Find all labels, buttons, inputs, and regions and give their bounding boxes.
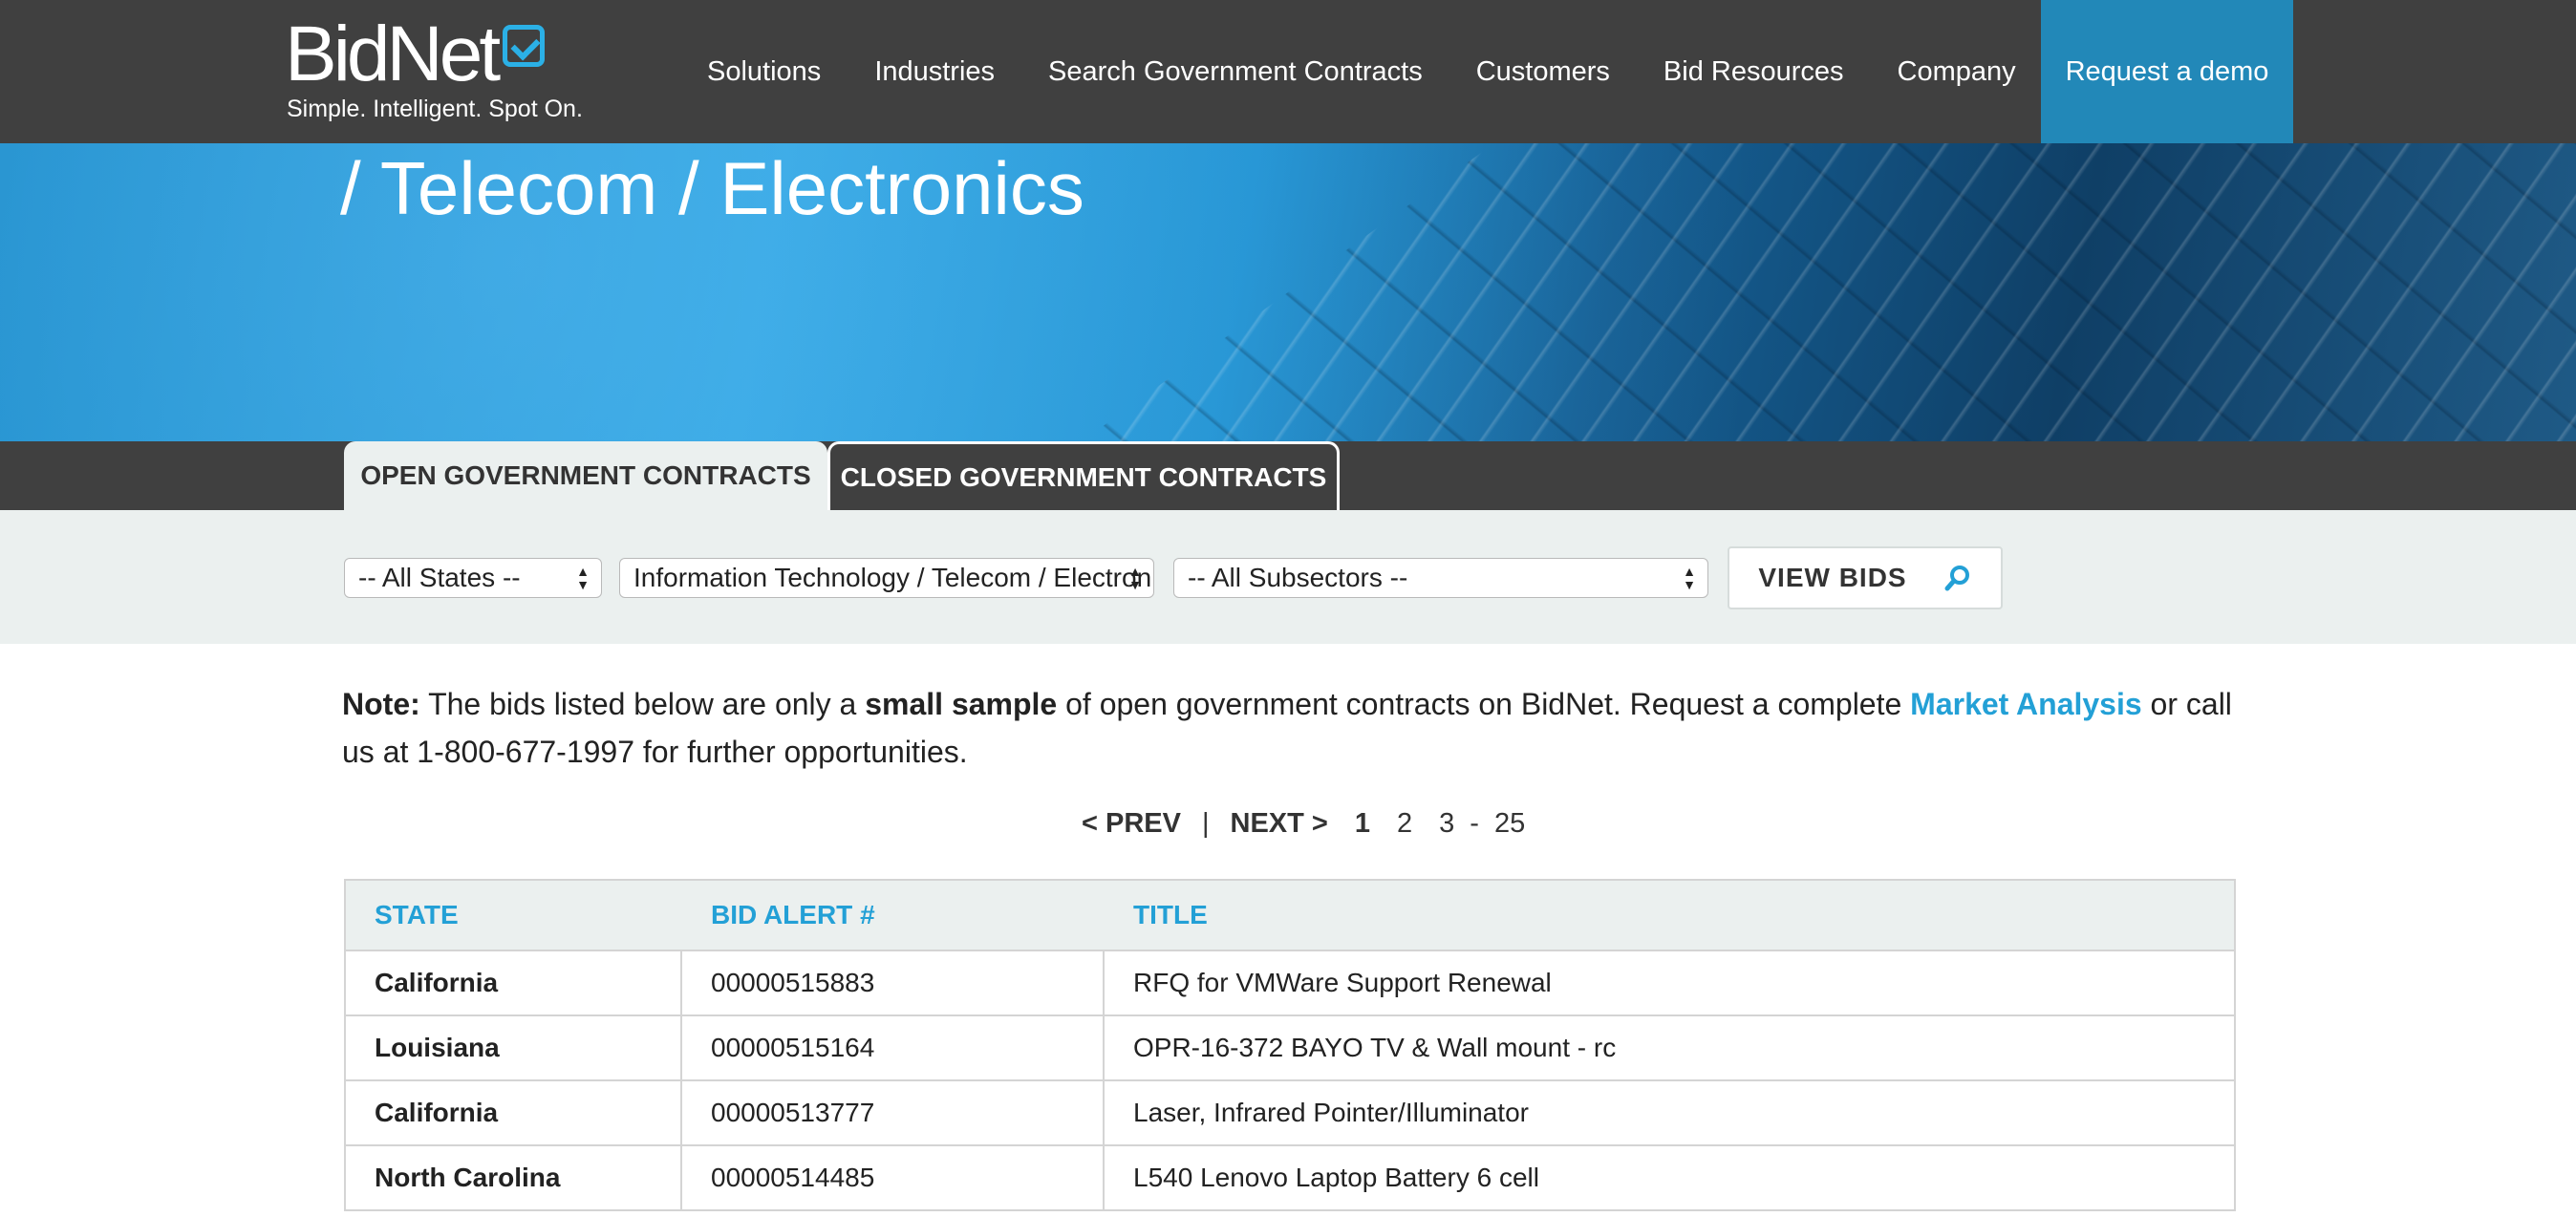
cell-title[interactable]: RFQ for VMWare Support Renewal: [1105, 951, 2234, 1014]
state-select[interactable]: -- All States -- ▲ ▼: [344, 558, 602, 598]
note-text-2: of open government contracts on BidNet. …: [1057, 687, 1911, 721]
logo-tagline: Simple. Intelligent. Spot On.: [287, 96, 583, 122]
cell-state: North Carolina: [346, 1146, 682, 1209]
cell-title[interactable]: Laser, Infrared Pointer/Illuminator: [1105, 1081, 2234, 1144]
select-arrows-icon: ▲ ▼: [1683, 564, 1696, 592]
note-text-1: The bids listed below are only a: [419, 687, 866, 721]
select-arrows-icon: ▲ ▼: [1128, 564, 1142, 592]
last-page-link[interactable]: 25: [1494, 808, 1525, 840]
nav-industries[interactable]: Industries: [874, 56, 995, 88]
nav-solutions[interactable]: Solutions: [707, 56, 821, 88]
cell-bid-alert: 00000513777: [682, 1081, 1105, 1144]
cell-bid-alert: 00000515164: [682, 1016, 1105, 1079]
page-2-link[interactable]: 2: [1397, 808, 1412, 840]
cell-state: California: [346, 1081, 682, 1144]
view-bids-button[interactable]: VIEW BIDS: [1728, 546, 2003, 609]
nav-company[interactable]: Company: [1898, 56, 2016, 88]
table-row[interactable]: California 00000513777 Laser, Infrared P…: [346, 1081, 2234, 1146]
nav-search-government-contracts[interactable]: Search Government Contracts: [1048, 56, 1423, 88]
cell-bid-alert: 00000514485: [682, 1146, 1105, 1209]
view-bids-label: VIEW BIDS: [1758, 563, 1907, 592]
page-1-link[interactable]: 1: [1355, 808, 1370, 840]
hero-banner: / Telecom / Electronics: [0, 143, 2576, 441]
industry-select[interactable]: Information Technology / Telecom / Elect…: [619, 558, 1154, 598]
tab-closed-contracts[interactable]: Closed Government Contracts: [827, 441, 1340, 510]
subsector-select-value: -- All Subsectors --: [1188, 563, 1408, 592]
cell-bid-alert: 00000515883: [682, 951, 1105, 1014]
select-arrows-icon: ▲ ▼: [576, 564, 590, 592]
main-nav: Solutions Industries Search Government C…: [707, 0, 2070, 143]
request-demo-button[interactable]: Request a demo: [2041, 0, 2293, 143]
logo-wordmark: BidNet: [285, 11, 501, 97]
prev-page-link[interactable]: < PREV: [1082, 808, 1181, 840]
cell-title[interactable]: L540 Lenovo Laptop Battery 6 cell: [1105, 1146, 2234, 1209]
checkbox-icon: [503, 25, 545, 67]
column-header-bid-alert[interactable]: BID ALERT #: [682, 881, 1105, 950]
pagination: < PREV | NEXT > 1 2 3 - 25: [1082, 808, 1525, 840]
cell-state: Louisiana: [346, 1016, 682, 1079]
page-title: / Telecom / Electronics: [340, 146, 1084, 230]
nav-bid-resources[interactable]: Bid Resources: [1664, 56, 1844, 88]
table-header: STATE BID ALERT # TITLE: [346, 881, 2234, 951]
pager-separator: |: [1201, 808, 1210, 839]
column-header-state[interactable]: STATE: [346, 881, 682, 950]
bids-table: STATE BID ALERT # TITLE California 00000…: [344, 879, 2236, 1211]
sample-note: Note: The bids listed below are only a s…: [342, 680, 2234, 776]
tab-open-contracts[interactable]: Open Government Contracts: [344, 441, 827, 510]
state-select-value: -- All States --: [358, 563, 521, 592]
pager-dash: -: [1470, 808, 1479, 839]
table-row[interactable]: California 00000515883 RFQ for VMWare Su…: [346, 951, 2234, 1016]
next-page-link[interactable]: NEXT >: [1231, 808, 1328, 840]
bidnet-logo[interactable]: BidNet Simple. Intelligent. Spot On.: [285, 15, 610, 130]
industry-select-value: Information Technology / Telecom / Elect…: [633, 563, 1154, 592]
page-3-link[interactable]: 3: [1439, 808, 1454, 840]
filter-bar: -- All States -- ▲ ▼ Information Technolo…: [0, 510, 2576, 644]
column-header-title[interactable]: TITLE: [1105, 881, 2234, 950]
contract-tabs: Open Government Contracts Closed Governm…: [0, 441, 2576, 510]
cell-state: California: [346, 951, 682, 1014]
table-row[interactable]: Louisiana 00000515164 OPR-16-372 BAYO TV…: [346, 1016, 2234, 1081]
nav-customers[interactable]: Customers: [1476, 56, 1610, 88]
subsector-select[interactable]: -- All Subsectors -- ▲ ▼: [1173, 558, 1708, 598]
search-icon: [1943, 564, 1972, 592]
note-emphasis: small sample: [865, 687, 1058, 721]
market-analysis-link[interactable]: Market Analysis: [1910, 687, 2141, 721]
site-header: BidNet Simple. Intelligent. Spot On. Sol…: [0, 0, 2576, 143]
cell-title[interactable]: OPR-16-372 BAYO TV & Wall mount - rc: [1105, 1016, 2234, 1079]
note-label: Note:: [342, 687, 420, 721]
table-row[interactable]: North Carolina 00000514485 L540 Lenovo L…: [346, 1146, 2234, 1211]
